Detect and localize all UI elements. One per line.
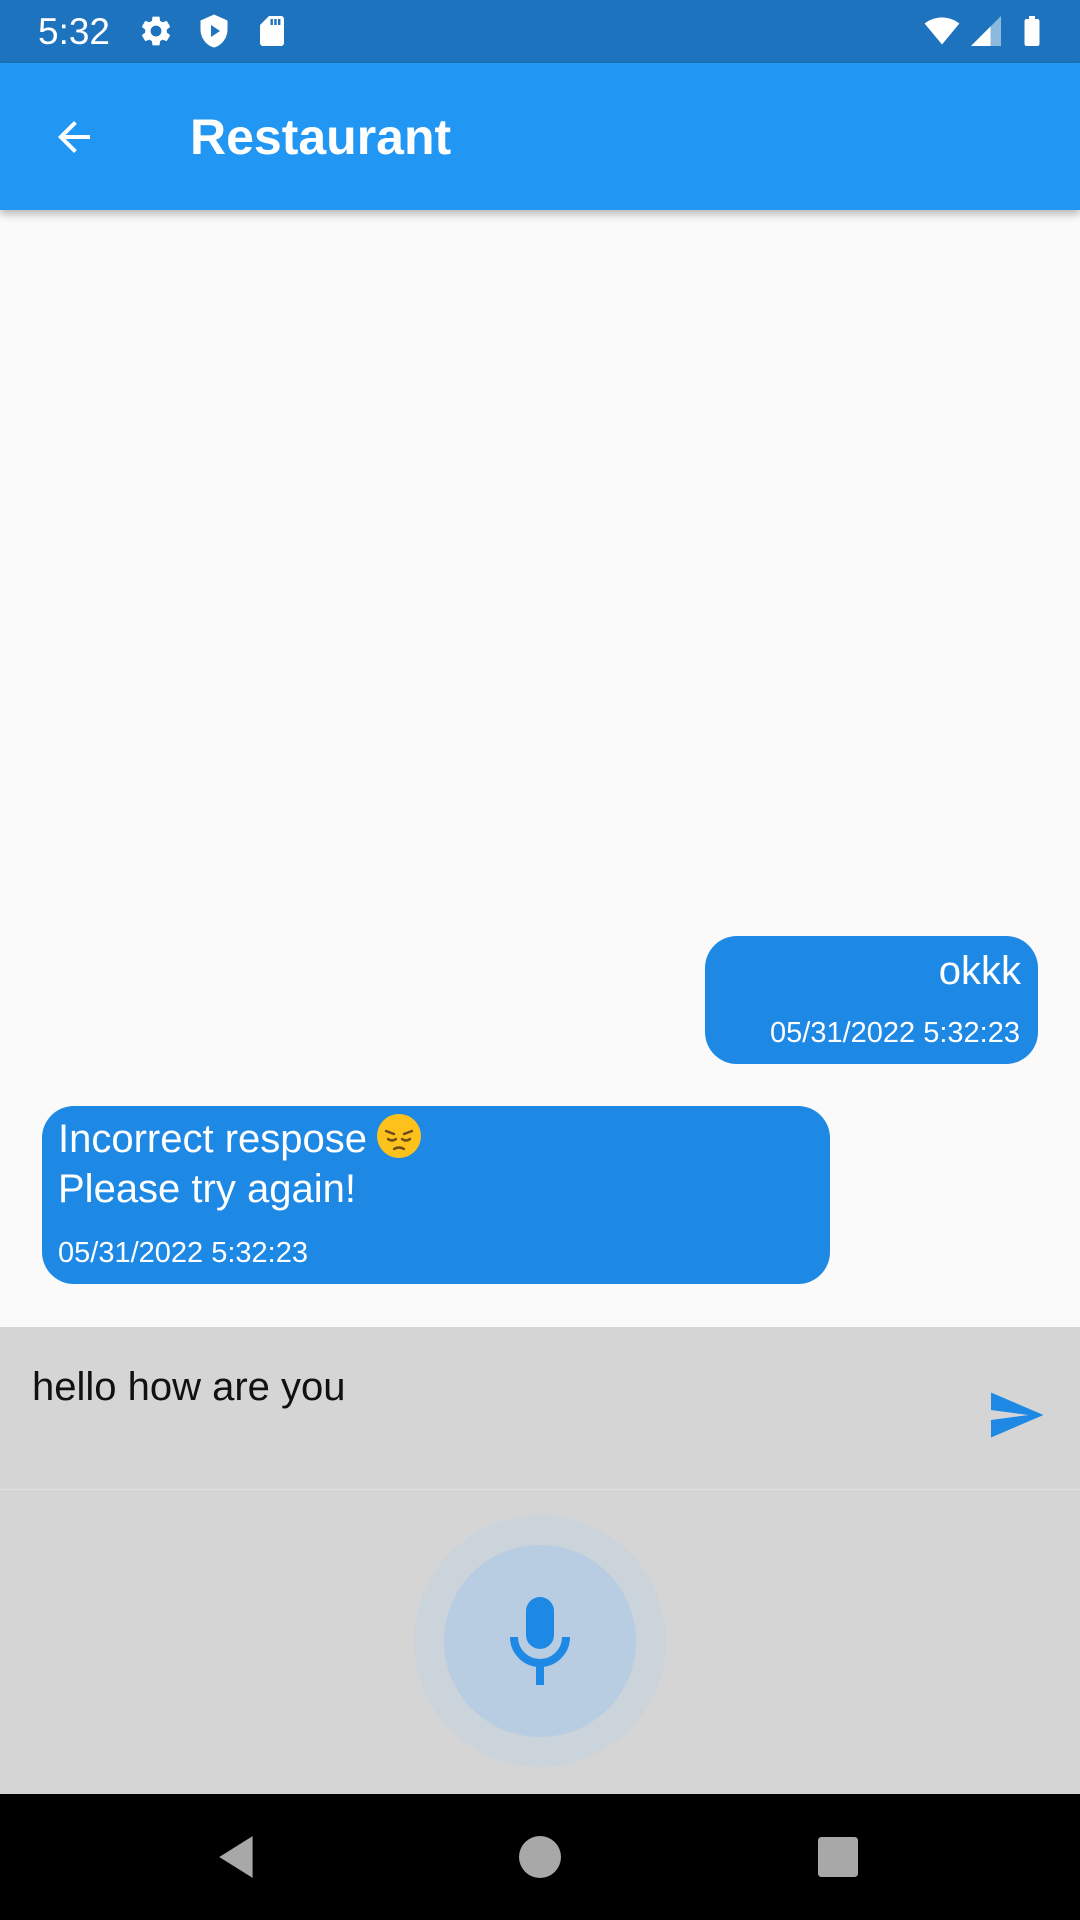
back-button[interactable] (36, 99, 111, 174)
mic-button[interactable] (444, 1545, 636, 1737)
pensive-face-emoji (377, 1114, 422, 1158)
message-text: Incorrect respose Please try again! (58, 1112, 423, 1214)
chat-area[interactable]: okkk 05/31/2022 5:32:23 Incorrect respos… (0, 210, 1080, 1327)
microphone-icon (510, 1597, 570, 1685)
message-text: okkk (938, 949, 1021, 993)
screen: 5:32 Restaurant okkk 05/31/2022 5:32:23 … (0, 0, 1080, 1920)
sent-message-bubble: okkk 05/31/2022 5:32:23 (705, 936, 1038, 1064)
send-button[interactable] (980, 1379, 1052, 1451)
message-input[interactable] (32, 1357, 932, 1417)
status-time: 5:32 (38, 11, 111, 52)
message-line-1: Incorrect respose (58, 1117, 368, 1161)
battery-icon (1024, 16, 1040, 46)
shield-play-icon (200, 14, 228, 48)
sd-card-icon (260, 16, 284, 46)
cell-signal-icon (971, 16, 1001, 46)
gear-icon (141, 16, 171, 46)
nav-recents-button[interactable] (802, 1821, 874, 1893)
back-triangle-icon (219, 1836, 253, 1878)
recents-square-icon (818, 1837, 858, 1877)
message-line-2: Please try again! (58, 1167, 356, 1211)
composer (0, 1327, 1080, 1490)
message-timestamp: 05/31/2022 5:32:23 (770, 1017, 1020, 1049)
app-bar: Restaurant (0, 63, 1080, 210)
received-message-bubble: Incorrect respose Please try again! 05/3… (42, 1106, 830, 1284)
page-title: Restaurant (190, 109, 452, 165)
message-timestamp: 05/31/2022 5:32:23 (58, 1237, 308, 1269)
send-icon (991, 1392, 1044, 1438)
status-bar: 5:32 (0, 0, 1080, 63)
voice-input-panel (0, 1490, 1080, 1794)
nav-home-button[interactable] (504, 1821, 576, 1893)
system-nav-bar (0, 1794, 1080, 1920)
nav-back-button[interactable] (202, 1821, 274, 1893)
arrow-back-icon (57, 120, 90, 153)
wifi-icon (924, 17, 960, 45)
home-circle-icon (519, 1836, 561, 1878)
